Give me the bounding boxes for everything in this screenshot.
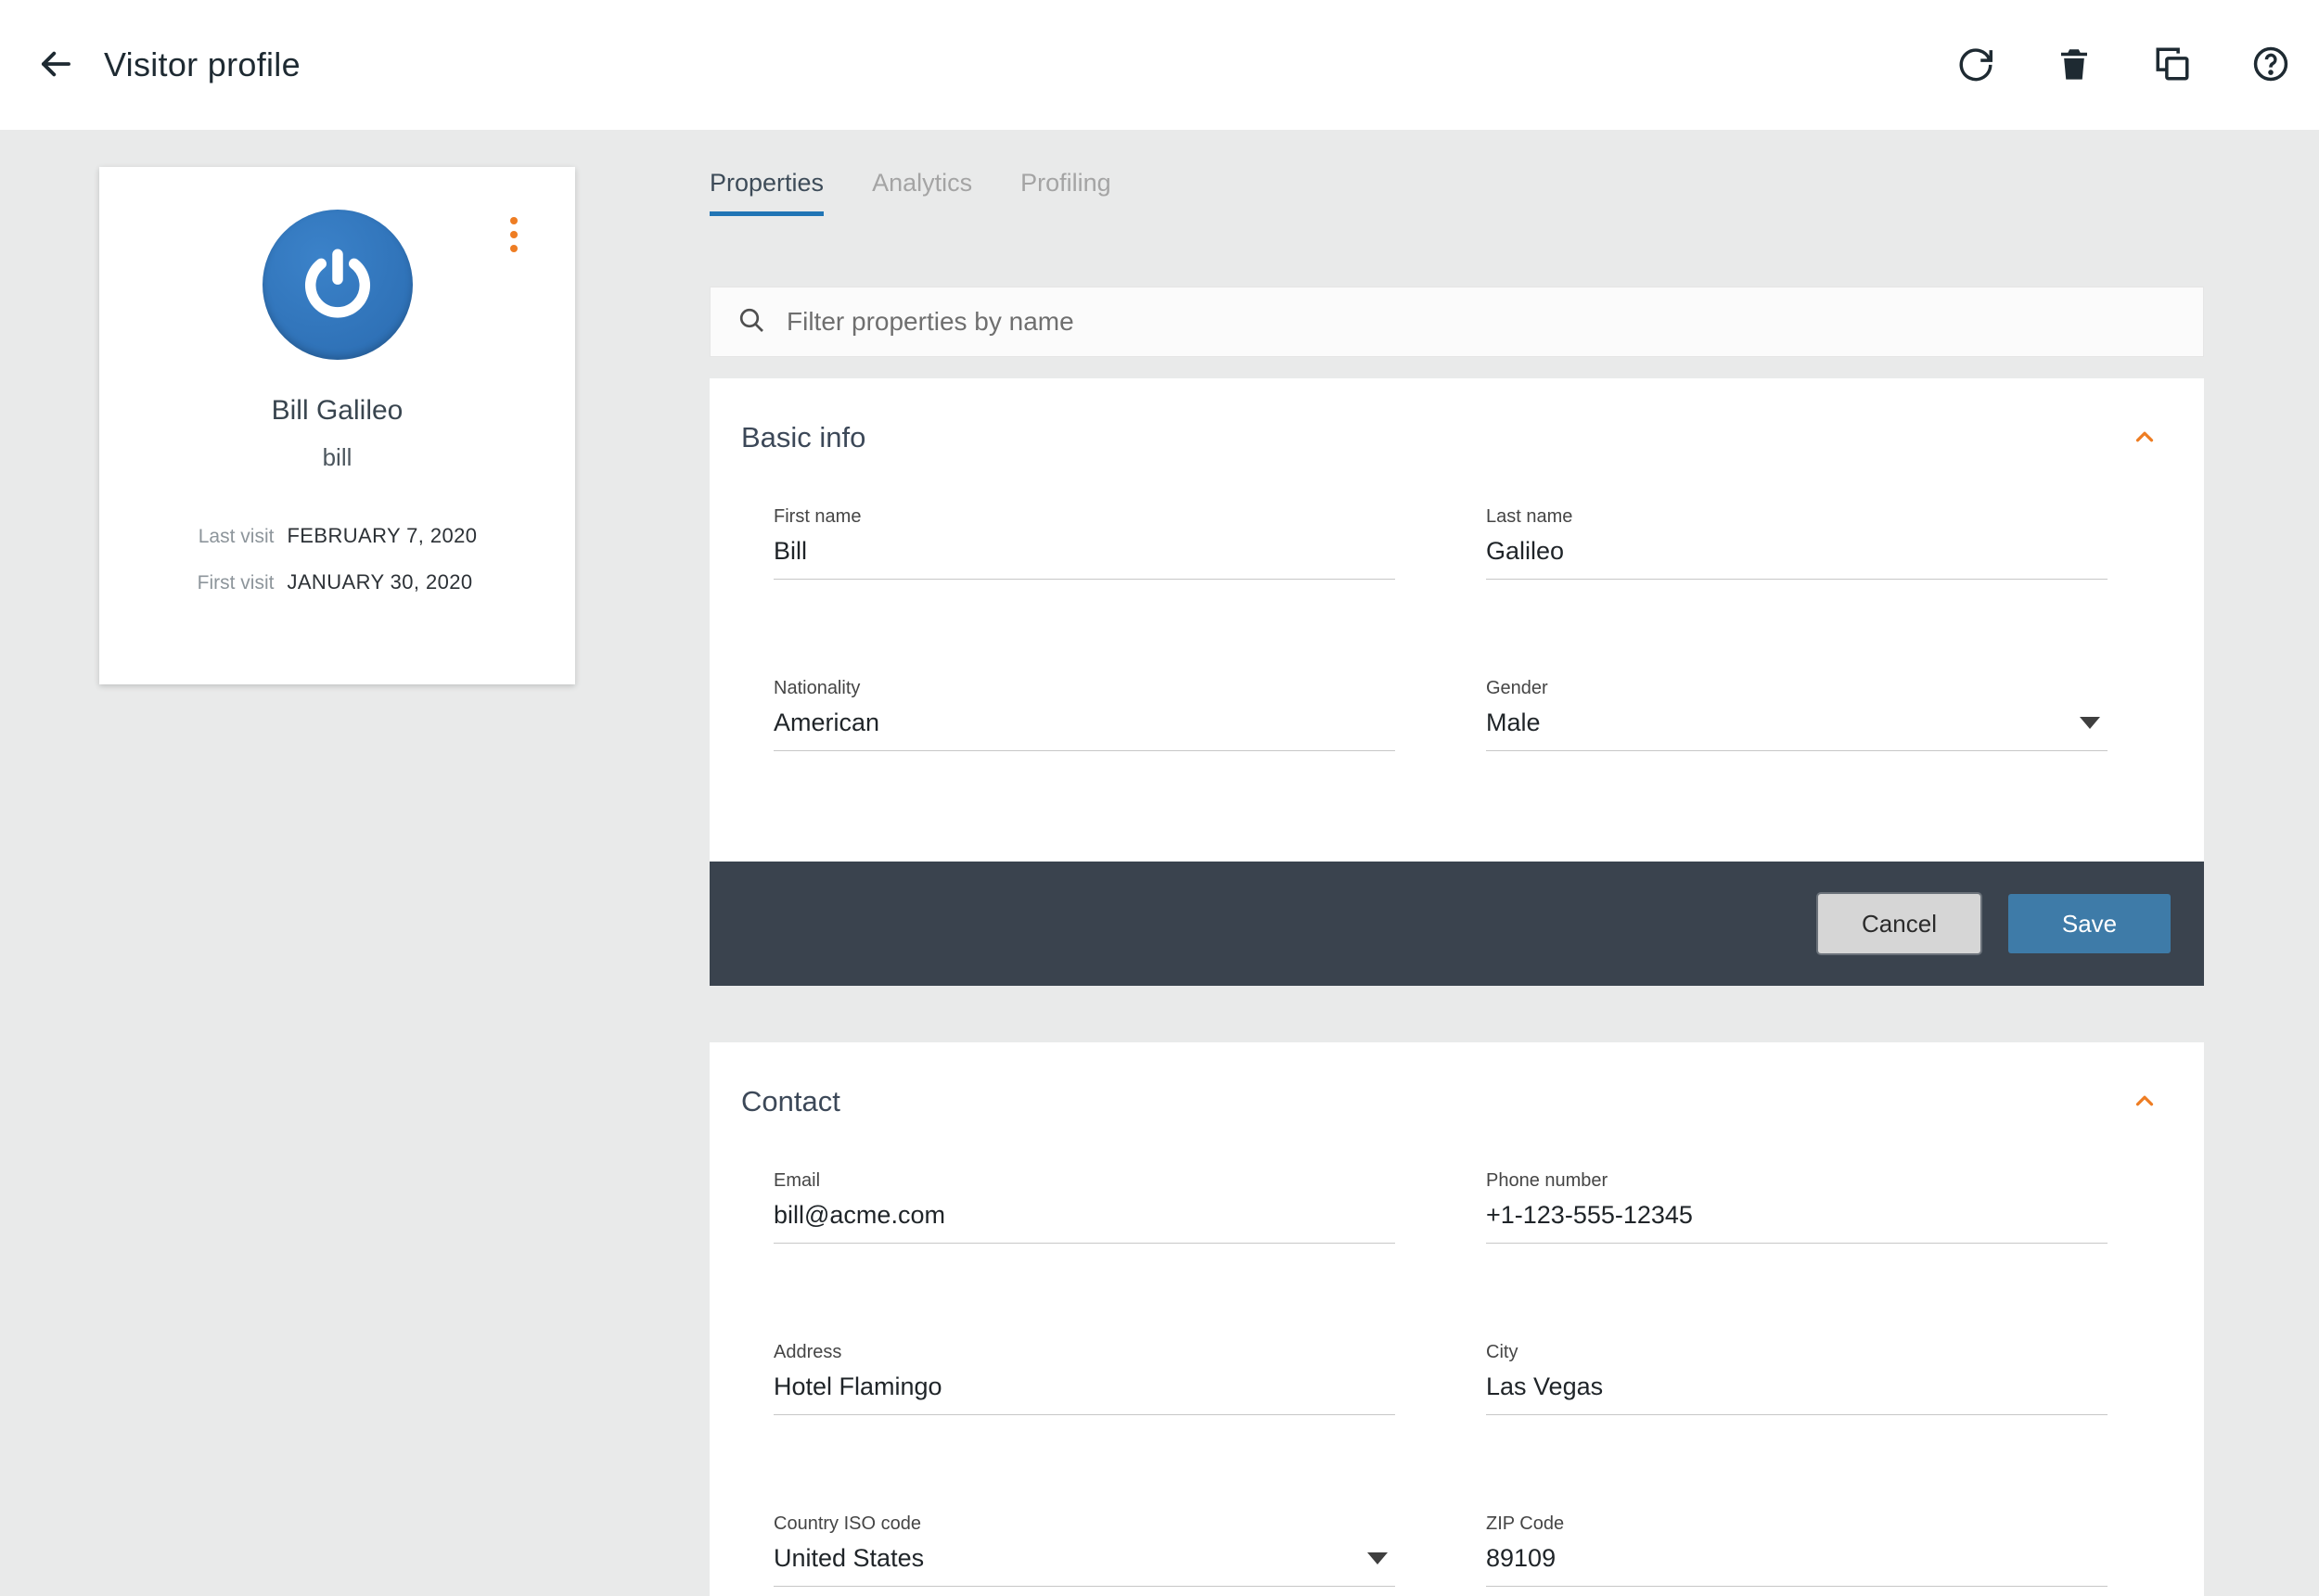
header-left: Visitor profile xyxy=(33,43,301,87)
back-button[interactable] xyxy=(33,43,78,87)
visitor-name: Bill Galileo xyxy=(99,395,575,427)
email-field[interactable]: Email bill@acme.com xyxy=(774,1170,1395,1244)
zip-code-input[interactable]: 89109 xyxy=(1486,1544,2108,1587)
country-iso-dropdown[interactable]: United States xyxy=(774,1544,1395,1587)
zip-code-value[interactable]: 89109 xyxy=(1486,1544,1556,1573)
country-iso-label: Country ISO code xyxy=(774,1513,1395,1535)
tab-profiling[interactable]: Profiling xyxy=(1020,169,1111,216)
refresh-button[interactable] xyxy=(1954,43,1998,87)
chevron-up-icon xyxy=(2131,423,2159,453)
gender-value[interactable]: Male xyxy=(1486,709,1541,737)
tab-properties[interactable]: Properties xyxy=(710,169,824,216)
country-iso-select[interactable]: Country ISO code United States xyxy=(774,1513,1395,1587)
header: Visitor profile xyxy=(0,0,2319,130)
back-arrow-icon xyxy=(36,45,75,86)
first-name-value[interactable]: Bill xyxy=(774,537,807,566)
phone-number-input[interactable]: +1-123-555-12345 xyxy=(1486,1201,2108,1244)
header-actions xyxy=(1954,43,2293,87)
dropdown-caret-icon[interactable] xyxy=(1367,1552,1388,1564)
gender-select[interactable]: Gender Male xyxy=(1486,678,2108,751)
visit-dates: Last visit FEBRUARY 7, 2020 First visit … xyxy=(99,524,575,594)
last-visit-value: FEBRUARY 7, 2020 xyxy=(287,524,477,548)
zip-code-label: ZIP Code xyxy=(1486,1513,2108,1535)
search-icon xyxy=(737,305,766,339)
basic-info-section: Basic info First name Bill Last name Gal… xyxy=(710,378,2204,986)
email-value[interactable]: bill@acme.com xyxy=(774,1201,945,1230)
collapse-contact-button[interactable] xyxy=(2126,1083,2163,1120)
section-title-contact: Contact xyxy=(710,1042,2204,1118)
address-value[interactable]: Hotel Flamingo xyxy=(774,1373,942,1401)
contact-fields: Email bill@acme.com Phone number +1-123-… xyxy=(774,1170,2204,1587)
copy-icon xyxy=(2153,45,2192,86)
section-title-basic-info: Basic info xyxy=(710,378,2204,454)
tab-bar: Properties Analytics Profiling xyxy=(710,169,1111,216)
first-name-field[interactable]: First name Bill xyxy=(774,506,1395,580)
save-button[interactable]: Save xyxy=(2008,894,2171,953)
country-iso-value[interactable]: United States xyxy=(774,1544,924,1573)
help-icon xyxy=(2251,45,2290,86)
email-input[interactable]: bill@acme.com xyxy=(774,1201,1395,1244)
copy-button[interactable] xyxy=(2150,43,2195,87)
last-name-field[interactable]: Last name Galileo xyxy=(1486,506,2108,580)
delete-button[interactable] xyxy=(2052,43,2096,87)
contact-body: Contact Email bill@acme.com Phone number… xyxy=(710,1042,2204,1596)
nationality-value[interactable]: American xyxy=(774,709,879,737)
filter-properties-input[interactable] xyxy=(787,307,2177,337)
filter-bar xyxy=(710,287,2204,357)
phone-number-value[interactable]: +1-123-555-12345 xyxy=(1486,1201,1693,1230)
power-icon xyxy=(293,238,382,332)
last-name-value[interactable]: Galileo xyxy=(1486,537,1564,566)
dropdown-caret-icon[interactable] xyxy=(2080,717,2100,729)
address-field[interactable]: Address Hotel Flamingo xyxy=(774,1342,1395,1415)
zip-code-field[interactable]: ZIP Code 89109 xyxy=(1486,1513,2108,1587)
refresh-icon xyxy=(1956,45,1995,86)
basic-info-fields: First name Bill Last name Galileo Nation… xyxy=(774,506,2204,751)
gender-label: Gender xyxy=(1486,678,2108,699)
last-name-label: Last name xyxy=(1486,506,2108,528)
address-label: Address xyxy=(774,1342,1395,1363)
city-label: City xyxy=(1486,1342,2108,1363)
first-name-input[interactable]: Bill xyxy=(774,537,1395,580)
first-visit-value: JANUARY 30, 2020 xyxy=(287,570,477,594)
visitor-profile-card: Bill Galileo bill Last visit FEBRUARY 7,… xyxy=(99,167,575,684)
chevron-up-icon xyxy=(2131,1087,2159,1117)
city-field[interactable]: City Las Vegas xyxy=(1486,1342,2108,1415)
contact-section: Contact Email bill@acme.com Phone number… xyxy=(710,1042,2204,1596)
collapse-basic-info-button[interactable] xyxy=(2126,419,2163,456)
nationality-field[interactable]: Nationality American xyxy=(774,678,1395,751)
gender-dropdown[interactable]: Male xyxy=(1486,709,2108,751)
last-name-input[interactable]: Galileo xyxy=(1486,537,2108,580)
help-button[interactable] xyxy=(2249,43,2293,87)
city-input[interactable]: Las Vegas xyxy=(1486,1373,2108,1415)
nationality-label: Nationality xyxy=(774,678,1395,699)
visitor-username: bill xyxy=(99,443,575,472)
trash-icon xyxy=(2055,45,2094,86)
avatar xyxy=(263,210,413,360)
basic-info-action-bar: Cancel Save xyxy=(710,862,2204,986)
cancel-button[interactable]: Cancel xyxy=(1818,894,1980,953)
city-value[interactable]: Las Vegas xyxy=(1486,1373,1603,1401)
nationality-input[interactable]: American xyxy=(774,709,1395,751)
tab-analytics[interactable]: Analytics xyxy=(872,169,972,216)
address-input[interactable]: Hotel Flamingo xyxy=(774,1373,1395,1415)
last-visit-label: Last visit xyxy=(198,526,275,548)
email-label: Email xyxy=(774,1170,1395,1192)
basic-info-body: Basic info First name Bill Last name Gal… xyxy=(710,378,2204,862)
phone-number-field[interactable]: Phone number +1-123-555-12345 xyxy=(1486,1170,2108,1244)
phone-number-label: Phone number xyxy=(1486,1170,2108,1192)
first-name-label: First name xyxy=(774,506,1395,528)
first-visit-label: First visit xyxy=(198,572,275,594)
kebab-menu-icon[interactable] xyxy=(506,213,521,256)
page-title: Visitor profile xyxy=(104,45,301,84)
